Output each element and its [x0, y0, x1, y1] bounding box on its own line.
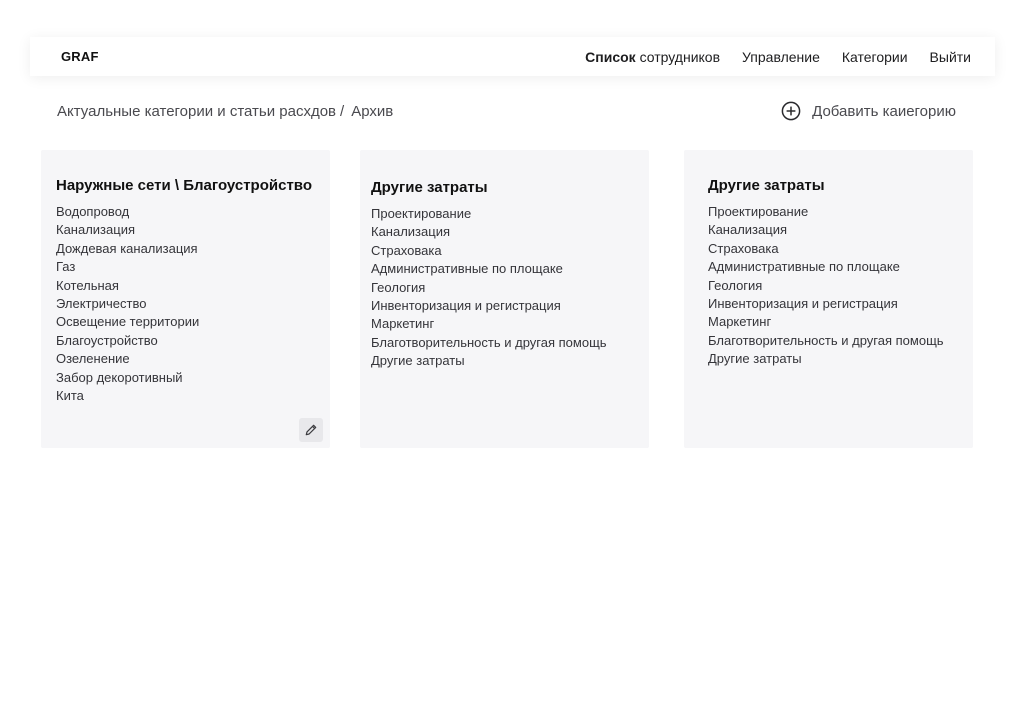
list-item: Маркетинг — [371, 316, 435, 332]
category-card[interactable]: Другие затраты Проектирование Канализаци… — [360, 150, 649, 448]
list-item: Геология — [371, 279, 426, 295]
breadcrumb-current: Актуальные категории и статьи расхдов — [57, 103, 337, 120]
list-item: Проектирование — [371, 206, 472, 221]
list-item: Административные по площаке — [371, 261, 563, 277]
list-item: Административные по площаке — [708, 259, 900, 275]
top-navbar: GRAF Список сотрудников Управление Катег… — [30, 37, 995, 76]
nav-employees-rest: сотрудников — [635, 48, 721, 65]
logo[interactable]: GRAF — [61, 49, 99, 64]
card-title: Другие затраты — [371, 179, 488, 196]
list-item: Страховака — [371, 242, 442, 258]
add-category-button[interactable]: Добавить каиегорию — [781, 101, 956, 121]
list-item: Инвенторизация и регистрация — [371, 298, 561, 314]
add-category-label: Добавить каиегорию — [812, 102, 956, 120]
card-items: Водопровод Канализация Дождевая канализа… — [56, 203, 330, 405]
nav-logout[interactable]: Выйти — [930, 49, 971, 65]
list-item: Дождевая канализация — [56, 240, 198, 256]
list-item: Забор декоротивный — [56, 369, 183, 385]
breadcrumb-separator: / — [340, 103, 345, 120]
list-item: Кита — [56, 388, 84, 404]
list-item: Другие затраты — [371, 353, 465, 369]
list-item: Благотворительность и другая помощь — [371, 334, 607, 350]
breadcrumb: Актуальные категории и статьи расхдов / … — [57, 103, 393, 120]
main-nav: Список сотрудников Управление Категории … — [585, 49, 971, 65]
list-item: Проектирование — [708, 204, 809, 219]
edit-button[interactable] — [299, 418, 323, 442]
plus-circle-icon — [781, 101, 801, 121]
list-item: Электричество — [56, 296, 147, 312]
category-card[interactable]: Наружные сети \ Благоустройство Водопров… — [41, 150, 330, 448]
nav-employees-list[interactable]: Список сотрудников — [585, 49, 720, 65]
category-card[interactable]: Другие затраты Проектирование Канализаци… — [684, 150, 973, 448]
nav-categories[interactable]: Категории — [842, 49, 908, 65]
list-item: Геология — [708, 277, 763, 293]
list-item: Инвенторизация и регистрация — [708, 296, 898, 312]
nav-management[interactable]: Управление — [742, 49, 820, 65]
list-item: Страховака — [708, 240, 779, 256]
pencil-icon — [304, 423, 318, 437]
list-item: Канализация — [371, 224, 450, 240]
card-title: Другие затраты — [708, 177, 825, 194]
card-items: Проектирование Канализация Страховака Ад… — [371, 205, 649, 371]
card-items: Проектирование Канализация Страховака Ад… — [708, 203, 973, 369]
list-item: Канализация — [708, 222, 787, 238]
list-item: Озеленение — [56, 351, 130, 367]
list-item: Канализация — [56, 222, 135, 238]
nav-employees-strong: Список — [585, 48, 636, 65]
list-item: Освещение территории — [56, 314, 200, 330]
list-item: Водопровод — [56, 204, 130, 219]
list-item: Благоустройство — [56, 332, 158, 348]
card-title: Наружные сети \ Благоустройство — [56, 177, 312, 194]
list-item: Газ — [56, 259, 76, 275]
list-item: Маркетинг — [708, 314, 772, 330]
list-item: Благотворительность и другая помощь — [708, 332, 944, 348]
list-item: Другие затраты — [708, 351, 802, 367]
list-item: Котельная — [56, 277, 119, 293]
breadcrumb-archive-link[interactable]: Архив — [351, 103, 393, 120]
